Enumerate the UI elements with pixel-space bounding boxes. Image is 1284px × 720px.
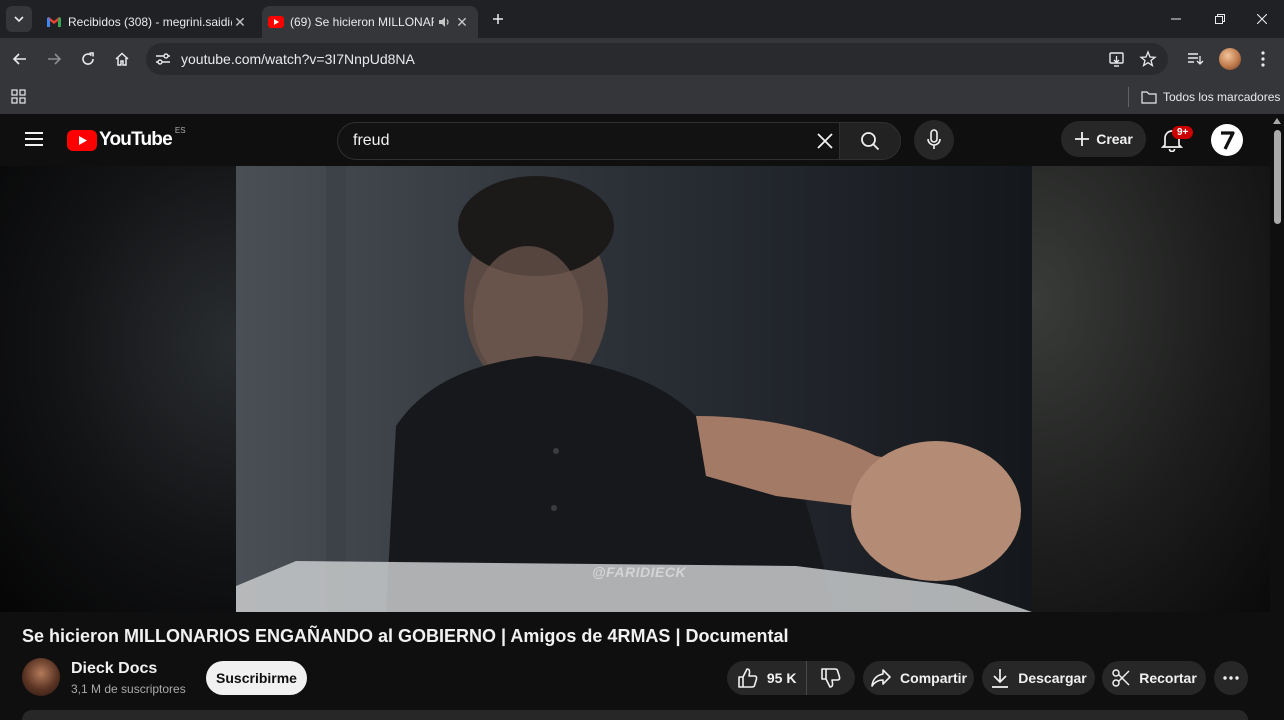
profile-avatar[interactable] [1219, 48, 1241, 70]
gmail-icon [40, 16, 68, 28]
forward-arrow-icon [48, 53, 62, 65]
close-tab-icon[interactable]: ✕ [454, 14, 470, 31]
scroll-up-arrow[interactable] [1273, 118, 1281, 124]
browser-toolbar: youtube.com/watch?v=3I7NnpUd8NA [0, 38, 1284, 80]
folder-icon [1141, 91, 1157, 104]
menu-dots-icon[interactable] [1256, 50, 1270, 73]
hamburger-menu-icon[interactable] [24, 130, 44, 153]
video-title: Se hicieron MILLONARIOS ENGAÑANDO al GOB… [22, 626, 789, 646]
plus-icon [493, 14, 503, 24]
video-frame[interactable]: @FARIDIECK [236, 166, 1032, 612]
video-player[interactable]: @FARIDIECK [0, 166, 1270, 612]
download-button[interactable]: Descargar [982, 661, 1095, 695]
reading-list-icon[interactable] [1186, 50, 1204, 73]
scissors-icon [1112, 669, 1130, 687]
address-bar[interactable]: youtube.com/watch?v=3I7NnpUd8NA [146, 43, 1168, 75]
share-button[interactable]: Compartir [863, 661, 974, 695]
more-horizontal-icon [1223, 676, 1239, 680]
close-window-button[interactable] [1240, 0, 1284, 38]
plus-icon [1075, 132, 1090, 146]
create-label: Crear [1096, 131, 1133, 147]
apps-grid-icon[interactable] [11, 89, 27, 110]
microphone-icon [927, 129, 941, 149]
channel-avatar[interactable] [22, 658, 60, 696]
ambient-left [0, 166, 236, 612]
subscriber-count: 3,1 M de suscriptores [71, 682, 186, 696]
tab-title: (69) Se hicieron MILLONARI [290, 15, 434, 29]
description-box-top[interactable] [22, 710, 1248, 720]
subscribe-button[interactable]: Suscribirme [206, 661, 307, 695]
voice-search-button[interactable] [914, 120, 954, 160]
account-avatar[interactable] [1211, 124, 1243, 156]
like-button[interactable]: 95 K [727, 661, 808, 695]
restore-button[interactable] [1198, 0, 1242, 38]
youtube-logo-text: YouTube [99, 129, 173, 150]
more-actions-button[interactable] [1214, 661, 1248, 695]
notification-badge: 9+ [1172, 126, 1194, 139]
bookmarks-bar: Todos los marcadores [0, 80, 1284, 115]
minimize-button[interactable] [1154, 0, 1198, 38]
thumbs-down-icon [821, 668, 841, 688]
share-label: Compartir [900, 670, 967, 686]
install-app-icon[interactable] [1108, 50, 1126, 73]
search-input[interactable]: freud [353, 132, 389, 150]
ambient-right [1032, 166, 1270, 612]
restore-icon [1215, 14, 1225, 24]
tab-youtube[interactable]: (69) Se hicieron MILLONARI ✕ [262, 6, 478, 38]
youtube-icon [262, 16, 290, 28]
channel-name[interactable]: Dieck Docs [71, 660, 157, 678]
scrollbar-thumb[interactable] [1274, 130, 1281, 224]
dislike-button[interactable] [807, 661, 855, 695]
region-code: ES [174, 126, 186, 135]
account-logo-icon [1221, 131, 1235, 150]
new-tab-button[interactable] [488, 9, 508, 29]
create-button[interactable]: Crear [1061, 121, 1146, 157]
site-settings-icon[interactable] [154, 50, 172, 68]
forward-button[interactable] [42, 47, 66, 71]
minimize-icon [1171, 18, 1181, 20]
tab-gmail[interactable]: Recibidos (308) - megrini.saidi@ ✕ [40, 6, 256, 38]
search-icon [861, 132, 880, 151]
clear-search-icon[interactable] [816, 132, 834, 155]
back-button[interactable] [8, 47, 32, 71]
subscribe-label: Suscribirme [216, 670, 297, 686]
home-icon [115, 52, 129, 66]
reload-icon [82, 52, 94, 65]
video-watermark: @FARIDIECK [592, 564, 687, 580]
video-scene [236, 166, 1032, 612]
close-icon [1257, 14, 1267, 24]
youtube-logo[interactable]: YouTube ES [67, 126, 186, 152]
like-dislike-group: 95 K [727, 661, 855, 695]
page-scrollbar[interactable] [1270, 114, 1284, 720]
clip-label: Recortar [1139, 670, 1197, 686]
clip-button[interactable]: Recortar [1102, 661, 1206, 695]
tab-title: Recibidos (308) - megrini.saidi@ [68, 15, 232, 29]
youtube-play-logo-icon [67, 129, 97, 151]
close-tab-icon[interactable]: ✕ [232, 14, 248, 31]
youtube-header: YouTube ES freud Crear 9+ [0, 114, 1270, 166]
home-button[interactable] [110, 47, 134, 71]
download-label: Descargar [1018, 670, 1087, 686]
like-count: 95 K [766, 670, 797, 686]
thumbs-up-icon [738, 668, 758, 688]
all-bookmarks-label: Todos los marcadores [1163, 90, 1281, 104]
url-text: youtube.com/watch?v=3I7NnpUd8NA [181, 51, 415, 67]
speaker-icon[interactable] [434, 16, 454, 28]
search-button[interactable] [839, 122, 901, 160]
download-icon [992, 669, 1009, 688]
search-box[interactable]: freud [337, 122, 840, 160]
bookmark-star-icon[interactable] [1139, 50, 1157, 73]
tab-search-button[interactable] [6, 6, 32, 32]
back-arrow-icon [12, 53, 26, 65]
chevron-down-icon [14, 16, 24, 23]
all-bookmarks-folder[interactable]: Todos los marcadores [1128, 87, 1280, 107]
share-arrow-icon [871, 669, 891, 687]
reload-button[interactable] [76, 47, 100, 71]
notifications-button[interactable]: 9+ [1158, 124, 1194, 156]
browser-tab-strip: Recibidos (308) - megrini.saidi@ ✕ (69) … [0, 0, 1284, 38]
